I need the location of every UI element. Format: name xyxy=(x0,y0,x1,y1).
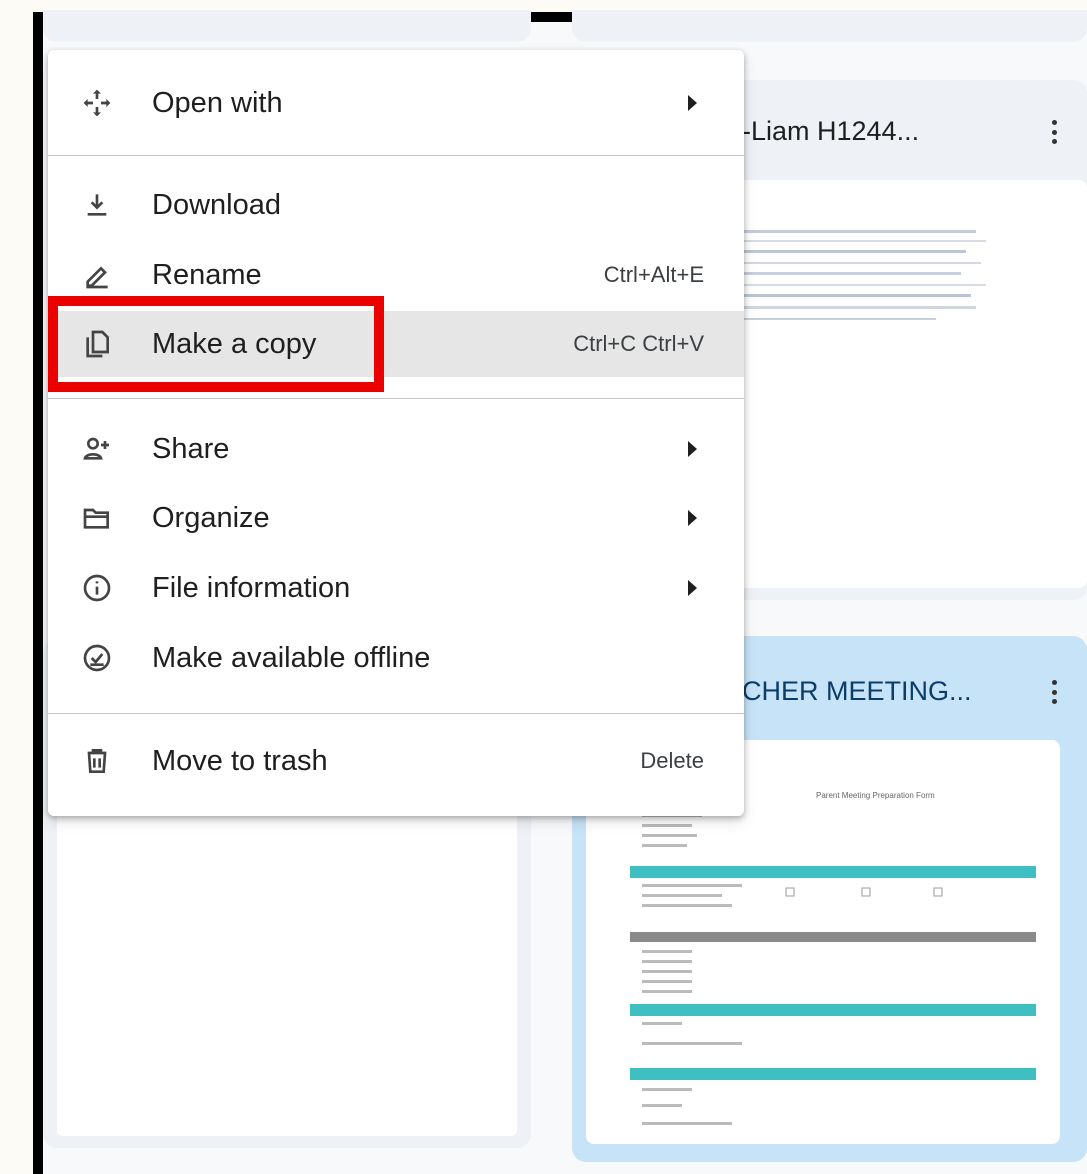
menu-item-label: Organize xyxy=(152,501,270,534)
menu-item-shortcut: Ctrl+C Ctrl+V xyxy=(573,331,704,356)
menu-item-organize[interactable]: Organize xyxy=(48,485,744,551)
menu-item-shortcut: Delete xyxy=(640,748,704,773)
trash-icon xyxy=(76,740,118,782)
copy-icon xyxy=(76,323,118,365)
menu-item-rename[interactable]: Rename Ctrl+Alt+E xyxy=(48,242,744,308)
menu-item-label: Move to trash xyxy=(152,744,328,777)
menu-item-file-information[interactable]: File information xyxy=(48,555,744,621)
menu-item-label: Download xyxy=(152,188,281,221)
file-card-title: -Liam H1244... xyxy=(742,116,920,146)
submenu-arrow-icon xyxy=(688,95,697,111)
menu-item-shortcut: Ctrl+Alt+E xyxy=(603,262,704,287)
spreadsheet-preview-lines xyxy=(736,230,986,320)
download-icon xyxy=(76,184,118,226)
rename-pencil-icon xyxy=(76,254,118,296)
submenu-arrow-icon xyxy=(688,441,697,457)
info-icon xyxy=(76,567,118,609)
file-card-title: CHER MEETING... xyxy=(742,676,972,706)
menu-item-open-with[interactable]: Open with xyxy=(48,70,744,136)
more-actions-icon[interactable] xyxy=(1042,112,1066,152)
offline-check-icon xyxy=(76,637,118,679)
menu-item-move-to-trash[interactable]: Move to trash Delete xyxy=(48,728,744,794)
menu-item-label: File information xyxy=(152,571,351,604)
menu-item-label: Make available offline xyxy=(152,641,431,674)
menu-divider xyxy=(48,713,744,714)
file-card-top-left[interactable] xyxy=(43,10,531,42)
share-person-add-icon xyxy=(76,428,118,470)
folder-open-icon xyxy=(76,497,118,539)
file-card-top-right[interactable] xyxy=(572,10,1087,42)
menu-item-label: Share xyxy=(152,432,230,465)
menu-item-download[interactable]: Download xyxy=(48,172,744,238)
menu-item-make-available-offline[interactable]: Make available offline xyxy=(48,625,744,691)
open-with-icon xyxy=(76,82,118,124)
menu-item-label: Make a copy xyxy=(152,327,317,360)
submenu-arrow-icon xyxy=(688,580,697,596)
more-actions-icon[interactable] xyxy=(1042,672,1066,712)
menu-item-share[interactable]: Share xyxy=(48,416,744,482)
file-thumbnail xyxy=(57,760,517,1136)
menu-item-label: Rename xyxy=(152,258,262,291)
menu-item-label: Open with xyxy=(152,86,283,119)
menu-item-make-a-copy[interactable]: Make a copy Ctrl+C Ctrl+V xyxy=(48,311,744,377)
file-context-menu: Open with Download Rename Ctrl+Alt+E Mak… xyxy=(48,50,744,816)
preview-heading: Parent Meeting Preparation Form xyxy=(816,791,935,800)
menu-divider xyxy=(48,155,744,156)
submenu-arrow-icon xyxy=(688,510,697,526)
menu-divider xyxy=(48,398,744,399)
